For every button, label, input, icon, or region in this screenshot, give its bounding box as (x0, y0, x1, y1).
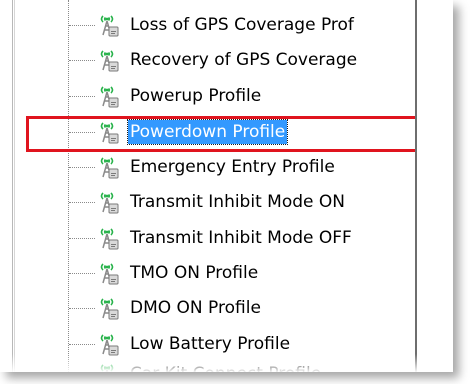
screenshot-frame: Loss of GPS Coverage Prof Recovery of GP… (0, 0, 453, 372)
tree-branch-line (69, 202, 95, 203)
profile-antenna-icon (95, 155, 121, 181)
tree-branch-line (69, 60, 95, 61)
tree-item-loss-of-gps-coverage[interactable]: Loss of GPS Coverage Prof (68, 8, 415, 42)
profile-antenna-icon (95, 48, 121, 74)
tree-branch-line (69, 273, 95, 274)
tree-item-label: Powerup Profile (130, 86, 262, 106)
tree-item-transmit-inhibit-off[interactable]: Transmit Inhibit Mode OFF (68, 221, 415, 255)
tree-item-label: TMO ON Profile (130, 263, 259, 283)
profile-antenna-icon (95, 296, 121, 322)
tree-branch-line (69, 25, 95, 26)
tree-item-emergency-entry-profile[interactable]: Emergency Entry Profile (68, 150, 415, 184)
tree-item-recovery-of-gps-coverage[interactable]: Recovery of GPS Coverage (68, 43, 415, 77)
tree-branch-line (69, 96, 95, 97)
profile-antenna-icon (95, 362, 121, 372)
tree-branch-line (69, 238, 95, 239)
tree-item-label: Low Battery Profile (130, 334, 291, 354)
tree-branch-line (69, 344, 95, 345)
tree-branch-line (69, 167, 95, 168)
profile-antenna-icon (95, 84, 121, 110)
tree-item-low-battery-profile[interactable]: Low Battery Profile (68, 327, 415, 361)
tree-item-powerup-profile[interactable]: Powerup Profile (68, 79, 415, 113)
profile-antenna-icon (95, 13, 121, 39)
profile-antenna-icon (95, 190, 121, 216)
selection-highlight-box (26, 116, 453, 152)
profile-antenna-icon (95, 226, 121, 252)
profile-antenna-icon (95, 332, 121, 358)
tree-item-label: Emergency Entry Profile (130, 157, 335, 177)
profile-antenna-icon (95, 261, 121, 287)
tree-item-label: Car Kit Connect Profile (128, 362, 323, 372)
tree-item-label: DMO ON Profile (130, 298, 261, 318)
tree-item-label: Transmit Inhibit Mode ON (130, 192, 345, 212)
tree-item-tmo-on-profile[interactable]: TMO ON Profile (68, 256, 415, 290)
right-pane (417, 0, 453, 372)
tree-item-label: Recovery of GPS Coverage (130, 50, 358, 70)
tree-branch-line (69, 308, 95, 309)
tree-item-car-kit-connect-profile[interactable]: Car Kit Connect Profile (68, 357, 415, 372)
tree-item-dmo-on-profile[interactable]: DMO ON Profile (68, 291, 415, 325)
tree-item-label: Loss of GPS Coverage Prof (130, 15, 354, 35)
tree-item-label: Transmit Inhibit Mode OFF (130, 228, 352, 248)
profile-tree: Loss of GPS Coverage Prof Recovery of GP… (0, 0, 453, 372)
tree-item-transmit-inhibit-on[interactable]: Transmit Inhibit Mode ON (68, 185, 415, 219)
